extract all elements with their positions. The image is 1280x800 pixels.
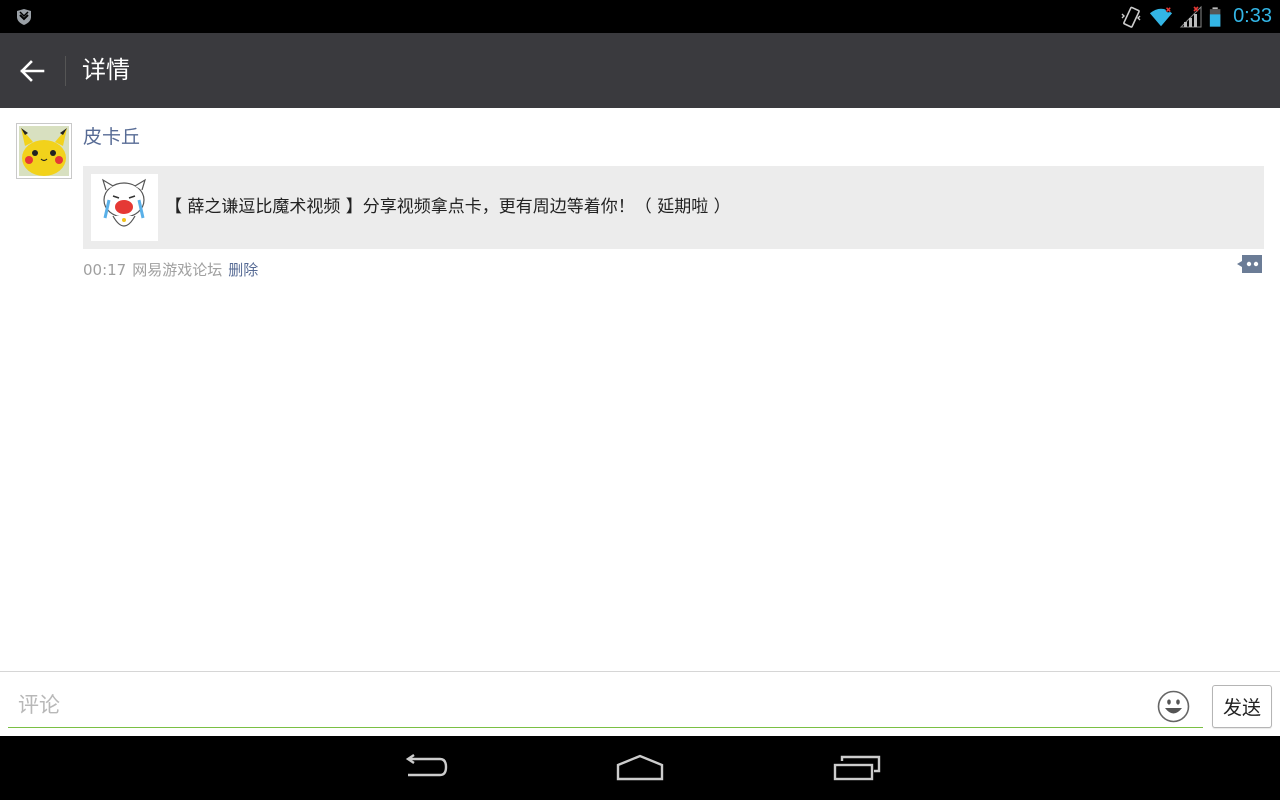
nav-home-icon xyxy=(616,754,664,781)
signal-icon xyxy=(1179,5,1202,27)
status-bar: 0:33 xyxy=(0,0,1280,33)
page-title: 详情 xyxy=(82,56,130,84)
clock: 0:33 xyxy=(1233,5,1272,27)
battery-icon xyxy=(1209,6,1221,27)
send-button[interactable]: 发送 xyxy=(1212,685,1272,728)
post-time: 00:17 xyxy=(83,261,127,279)
pikachu-avatar-image xyxy=(19,126,69,176)
link-thumbnail xyxy=(91,174,158,241)
nav-recents-icon xyxy=(833,755,881,781)
post-source: 网易游戏论坛 xyxy=(132,261,223,279)
vibrate-icon xyxy=(1121,6,1141,28)
username[interactable]: 皮卡丘 xyxy=(83,124,140,150)
avatar[interactable] xyxy=(16,123,72,179)
comment-bubble-icon[interactable] xyxy=(1236,253,1264,275)
wifi-icon xyxy=(1149,6,1173,26)
link-title: 【 薛之谦逗比魔术视频 】分享视频拿点卡，更有周边等着你！（ 延期啦 ） xyxy=(165,197,731,217)
nav-home-button[interactable] xyxy=(612,750,668,786)
navigation-bar xyxy=(0,736,1280,800)
notification-icon xyxy=(17,9,31,25)
comment-bar: 发送 xyxy=(0,671,1280,736)
delete-link[interactable]: 删除 xyxy=(228,261,258,279)
smiley-icon[interactable] xyxy=(1157,690,1190,723)
shared-link-card[interactable]: 【 薛之谦逗比魔术视频 】分享视频拿点卡，更有周边等着你！（ 延期啦 ） xyxy=(83,166,1264,249)
action-bar: 详情 xyxy=(0,33,1280,108)
nav-recents-button[interactable] xyxy=(829,750,885,786)
action-bar-divider xyxy=(65,56,66,86)
back-button[interactable] xyxy=(14,53,50,89)
nav-back-button[interactable] xyxy=(396,750,452,786)
comment-input[interactable] xyxy=(8,682,1203,728)
nav-back-icon xyxy=(405,754,448,777)
arrow-left-icon xyxy=(20,60,45,82)
post-meta: 00:17 网易游戏论坛 删除 xyxy=(83,259,264,281)
